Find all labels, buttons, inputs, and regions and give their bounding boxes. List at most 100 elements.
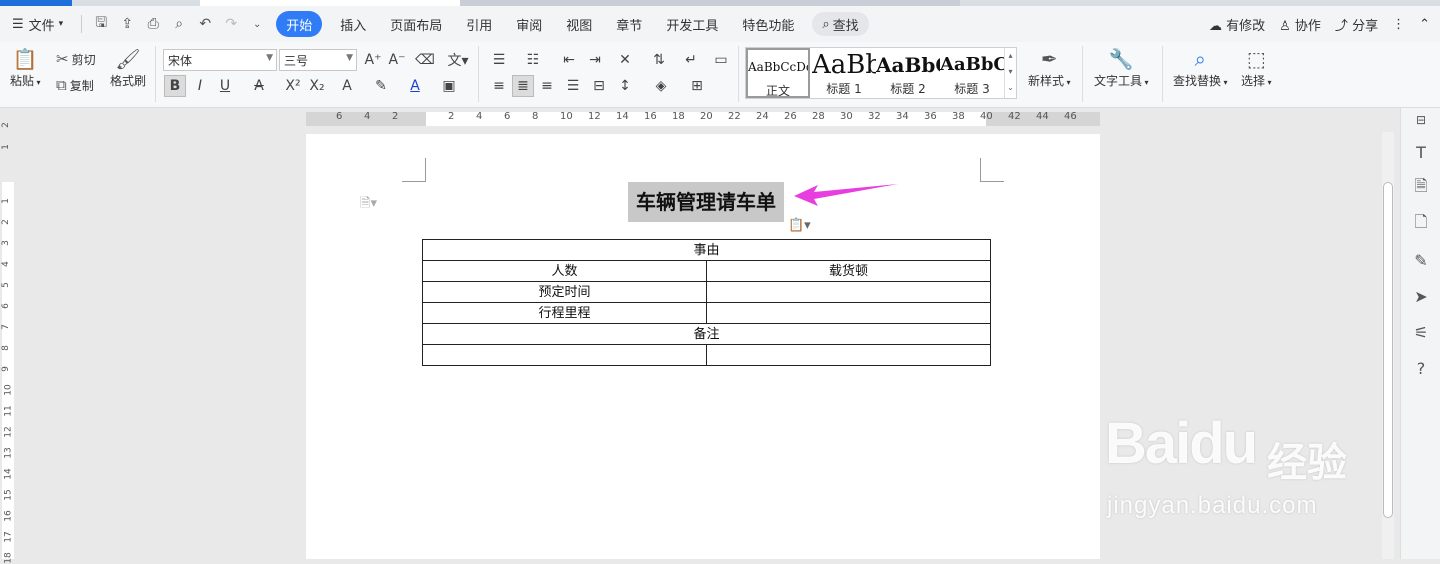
strikethrough-icon[interactable]: A	[248, 75, 270, 97]
file-menu[interactable]: ☰ 文件 ▾	[0, 11, 75, 37]
document-icon[interactable]: 🗎	[1409, 176, 1433, 200]
increase-indent-icon[interactable]: ⇥	[584, 49, 606, 71]
ruler-number: 2	[392, 111, 399, 122]
sliders-icon[interactable]: ⚟	[1409, 320, 1433, 344]
collab-button[interactable]: ♙ 协作	[1279, 15, 1321, 34]
print-preview-icon[interactable]: ⌕	[166, 11, 192, 37]
tab-page-layout[interactable]: 页面布局	[378, 11, 454, 37]
table-cell[interactable]	[706, 302, 991, 324]
sort-icon[interactable]: ⇅	[648, 49, 670, 71]
align-right-icon[interactable]: ≡	[536, 75, 558, 97]
justify-icon[interactable]: ☰	[562, 75, 584, 97]
superscript-icon[interactable]: X²	[282, 75, 304, 97]
paste-button[interactable]: 📋 粘贴 ▾	[10, 46, 41, 89]
text-tools-button[interactable]: 🔧 文字工具 ▾	[1094, 46, 1149, 89]
font-color-icon[interactable]: A	[404, 75, 426, 97]
phonetic-guide-icon[interactable]: 文▾	[444, 49, 472, 71]
ruler-number: 30	[840, 111, 853, 122]
line-spacing-icon[interactable]: ↕	[614, 75, 636, 97]
table-cell[interactable]: 人数	[422, 260, 707, 282]
copy-button[interactable]: ⧉ 复制	[56, 76, 94, 94]
table-cell[interactable]	[706, 281, 991, 303]
numbering-icon[interactable]: ☷	[522, 49, 544, 71]
cursor-icon[interactable]: ➤	[1409, 284, 1433, 308]
vruler-number: 8	[0, 345, 11, 351]
grow-font-icon[interactable]: A⁺	[362, 49, 384, 71]
search-box[interactable]: ⌕ 查找	[812, 12, 869, 36]
print-icon[interactable]: ⎙	[140, 11, 166, 37]
cut-button[interactable]: ✂ 剪切	[56, 50, 96, 68]
show-marks-icon[interactable]: ↵	[680, 49, 702, 71]
redo-icon[interactable]: ↷	[218, 11, 244, 37]
save-icon[interactable]: 🖫	[88, 11, 114, 37]
find-replace-button[interactable]: ⌕ 查找替换 ▾	[1173, 46, 1228, 89]
text-effect-icon[interactable]: A	[336, 75, 358, 97]
collapse-ribbon-icon[interactable]: ⌃	[1419, 17, 1430, 32]
table-row: 人数 载货顿	[422, 260, 991, 282]
expand-panel-icon[interactable]: ⊟	[1409, 108, 1433, 132]
tab-developer[interactable]: 开发工具	[654, 11, 730, 37]
table-cell[interactable]: 预定时间	[422, 281, 707, 303]
horizontal-ruler[interactable]: 6 4 2 2 4 6 8 10 12 14 16 18 20 22 24 26 28 30 32 34 36 38 40 4…	[306, 108, 1100, 132]
bullets-icon[interactable]: ☰	[488, 49, 510, 71]
table-cell[interactable]: 事由	[422, 239, 991, 261]
underline-icon[interactable]: U	[214, 75, 236, 97]
subscript-icon[interactable]: X₂	[306, 75, 328, 97]
document-title[interactable]: 车辆管理请车单	[628, 182, 784, 222]
style-normal[interactable]: AaBbCcDd 正文	[746, 48, 810, 98]
font-size-select[interactable]: 三号 ▼	[279, 49, 357, 71]
tab-home[interactable]: 开始	[276, 11, 323, 37]
table-cell[interactable]: 行程里程	[422, 302, 707, 324]
more-icon[interactable]: ⋮	[1392, 17, 1405, 32]
document-page[interactable]: 🗎▾ 车辆管理请车单 📋▾ 事由 人数 载货顿 预定时间 行程里程 备注	[306, 134, 1100, 559]
font-name-select[interactable]: 宋体 ▼	[163, 49, 277, 71]
customize-chevron-icon[interactable]: ⌄	[244, 11, 270, 37]
clear-format-icon[interactable]: ⌫	[414, 49, 436, 71]
scrollbar-thumb[interactable]	[1383, 182, 1393, 518]
menu-icon: ☰	[12, 16, 24, 32]
decrease-indent-icon[interactable]: ⇤	[558, 49, 580, 71]
highlight-icon[interactable]: ✎	[370, 75, 392, 97]
share-button[interactable]: ⤴ 分享	[1335, 15, 1378, 34]
bold-icon[interactable]: B	[164, 75, 186, 97]
vertical-ruler[interactable]: 2 1 1 2 3 4 5 6 7 8 9 10 11 12 13 14 15 16 17 18	[0, 116, 16, 564]
table-cell[interactable]: 备注	[422, 323, 991, 345]
modified-button[interactable]: ☁ 有修改	[1209, 15, 1265, 34]
distribute-icon[interactable]: ⊟	[588, 75, 610, 97]
chinese-layout-icon[interactable]: ✕	[614, 49, 636, 71]
paragraph-menu-icon[interactable]: 🗎▾	[360, 194, 377, 216]
borders-icon[interactable]: ⊞	[686, 75, 708, 97]
format-painter-button[interactable]: 🖌 格式刷	[110, 46, 146, 89]
chevron-down-icon: ▼	[346, 53, 353, 63]
align-left-icon[interactable]: ≡	[488, 75, 510, 97]
style-gallery-scroll[interactable]: ▴ ▾ ⌄	[1004, 48, 1016, 98]
vertical-scrollbar[interactable]	[1382, 132, 1394, 559]
character-border-icon[interactable]: ▣	[438, 75, 460, 97]
text-style-icon[interactable]: T	[1409, 140, 1433, 164]
italic-icon[interactable]: I	[189, 75, 211, 97]
select-button[interactable]: ⬚ 选择 ▾	[1241, 46, 1272, 89]
paste-options-icon[interactable]: 📋▾	[788, 218, 811, 233]
tab-view[interactable]: 视图	[554, 11, 604, 37]
style-heading-2[interactable]: AaBbC 标题 2	[876, 48, 940, 98]
table-cell[interactable]	[706, 344, 991, 366]
pen-icon[interactable]: ✎	[1409, 248, 1433, 272]
align-center-icon[interactable]: ≣	[512, 75, 534, 97]
document-settings-icon[interactable]: 🗋	[1409, 212, 1433, 236]
table-cell[interactable]: 载货顿	[706, 260, 991, 282]
tab-review[interactable]: 审阅	[504, 11, 554, 37]
style-heading-3[interactable]: AaBbC 标题 3	[940, 48, 1004, 98]
table-cell[interactable]	[422, 344, 707, 366]
shading-icon[interactable]: ◈	[650, 75, 672, 97]
export-pdf-icon[interactable]: ⇪	[114, 11, 140, 37]
style-heading-1[interactable]: AaBb 标题 1	[812, 48, 876, 98]
shrink-font-icon[interactable]: A⁻	[386, 49, 408, 71]
tab-references[interactable]: 引用	[454, 11, 504, 37]
tab-special-features[interactable]: 特色功能	[730, 11, 806, 37]
new-style-button[interactable]: ✒ 新样式 ▾	[1028, 46, 1071, 89]
undo-icon[interactable]: ↶	[192, 11, 218, 37]
tab-section[interactable]: 章节	[604, 11, 654, 37]
ruler-toggle-icon[interactable]: ▭	[710, 49, 732, 71]
tab-insert[interactable]: 插入	[328, 11, 378, 37]
help-icon[interactable]: ?	[1409, 356, 1433, 380]
